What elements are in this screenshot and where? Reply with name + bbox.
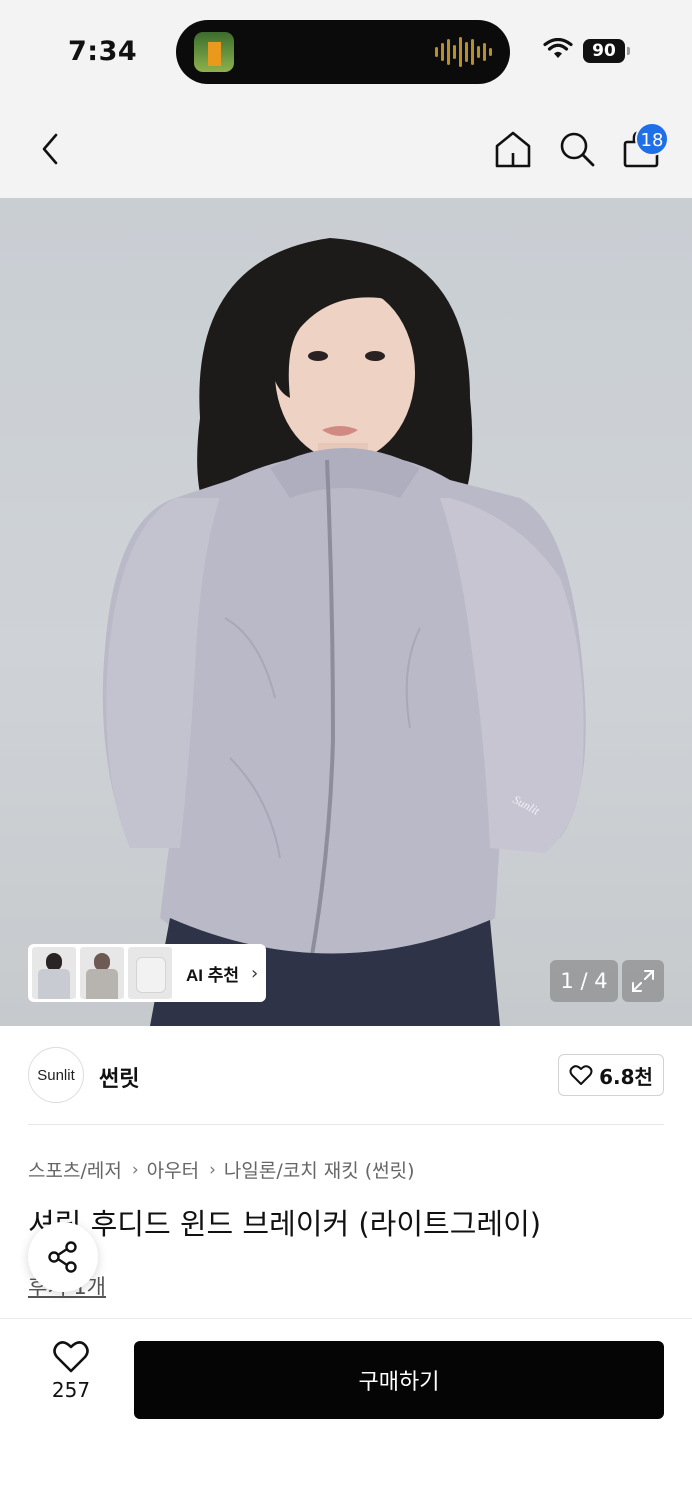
home-icon [495,131,531,168]
wishlist-count: 257 [51,1378,91,1402]
back-icon [42,133,58,165]
divider [28,1124,664,1125]
breadcrumb-item-jacket[interactable]: 나일론/코치 재킷 (썬릿) [224,1156,415,1183]
wishlist-button[interactable]: 257 [30,1340,112,1420]
ai-recommend-chip[interactable]: AI 추천 › [28,944,266,1002]
cart-count-badge: 18 [635,122,669,156]
ai-thumb-3 [128,947,172,999]
brand-like-count: 6.8천 [599,1064,653,1089]
top-navigation [0,100,692,198]
ai-recommend-label: AI 추천 [186,965,240,985]
status-bar: 7:34 90 [0,0,692,100]
back-button[interactable] [22,100,78,198]
breadcrumb: 스포츠/레저 › 아우터 › 나일론/코치 재킷 (썬릿) [28,1156,415,1183]
brand-logo[interactable]: Sunlit [28,1047,84,1103]
search-icon [560,132,595,167]
share-button[interactable] [28,1222,98,1292]
breadcrumb-item-sports[interactable]: 스포츠/레저 [28,1156,122,1183]
breadcrumb-item-outer[interactable]: 아우터 [147,1156,199,1183]
product-image-carousel[interactable]: Sunlit [0,198,692,1026]
brand-name[interactable]: 썬릿 [99,1061,139,1093]
audio-waveform-icon [435,37,492,67]
product-title: 셔링 후디드 윈드 브레이커 (라이트그레이) [28,1207,542,1241]
dynamic-island[interactable] [176,20,510,84]
brand-like-button[interactable]: 6.8천 [558,1054,664,1096]
battery-indicator: 90 [583,39,630,63]
ai-thumb-2 [80,947,124,999]
heart-icon [569,1065,593,1085]
product-photo [102,238,586,1026]
share-icon [48,1241,77,1273]
live-activity-app-icon [194,32,234,72]
chevron-right-icon: › [131,1159,139,1180]
page-indicator: 1 / 4 [550,960,618,1002]
chevron-right-icon: › [251,962,259,984]
expand-button[interactable] [622,960,664,1002]
search-button[interactable] [552,100,602,198]
home-button[interactable] [488,100,538,198]
ai-thumb-1 [32,947,76,999]
heart-icon [53,1341,89,1373]
wifi-icon [543,38,573,58]
status-time: 7:34 [68,36,138,67]
buy-button[interactable]: 구매하기 [134,1341,664,1419]
expand-icon [632,970,654,992]
chevron-right-icon: › [209,1159,216,1180]
